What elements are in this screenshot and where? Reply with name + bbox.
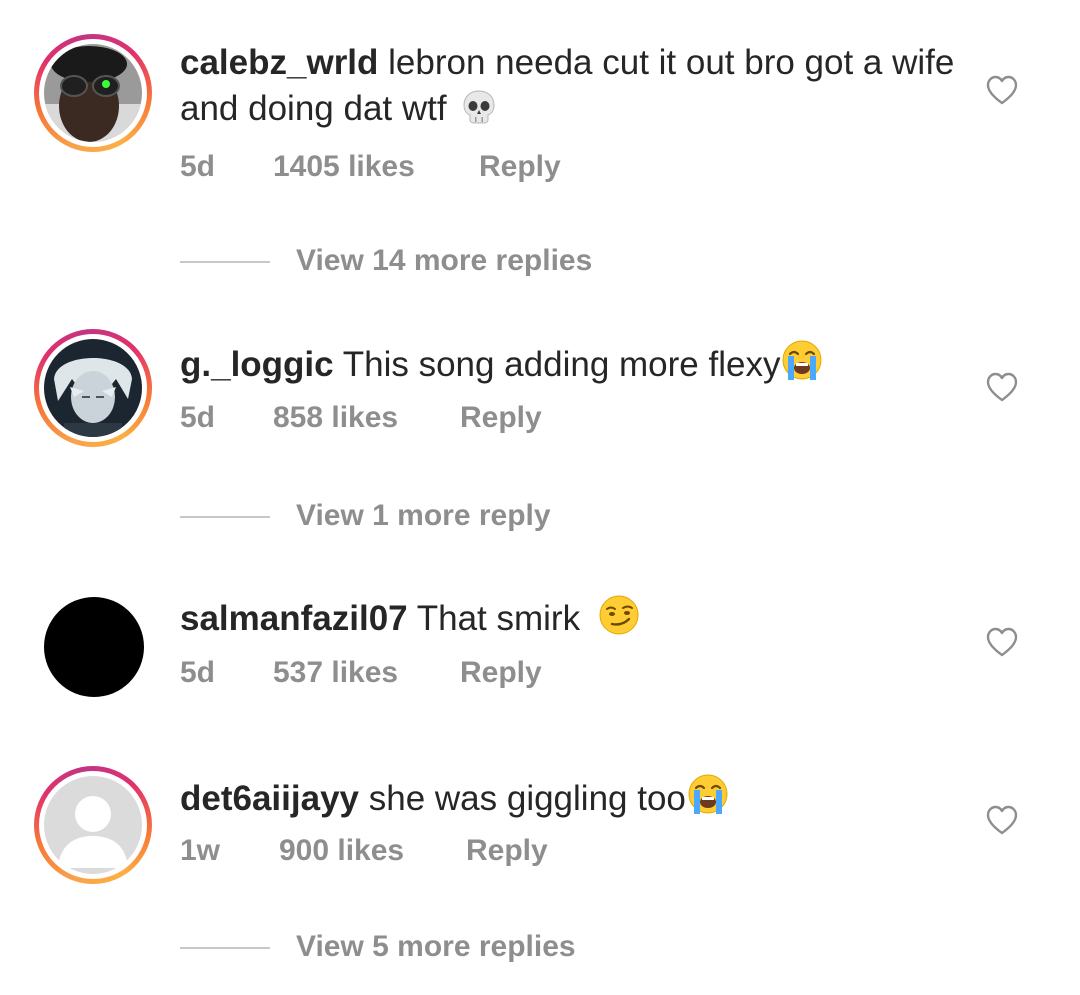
username[interactable]: det6aiijayy xyxy=(180,779,359,818)
comment-body: That smirk xyxy=(416,599,581,638)
like-count[interactable]: 858 likes xyxy=(273,401,460,435)
view-replies-button[interactable]: View 1 more reply xyxy=(180,499,551,533)
view-replies-button[interactable]: View 5 more replies xyxy=(180,930,576,964)
comment-meta: 1w 900 likes Reply xyxy=(180,834,548,868)
username[interactable]: salmanfazil07 xyxy=(180,599,408,638)
reply-button[interactable]: Reply xyxy=(479,150,561,184)
comment-time: 5d xyxy=(180,150,216,183)
divider-line xyxy=(180,516,270,519)
view-replies-label[interactable]: View 14 more replies xyxy=(296,244,592,277)
comment-meta: 5d 1405 likes Reply xyxy=(180,150,561,184)
username[interactable]: calebz_wrld xyxy=(180,43,378,82)
view-replies-label[interactable]: View 5 more replies xyxy=(296,930,576,963)
skull-emoji xyxy=(460,88,498,138)
story-ring-avatar[interactable] xyxy=(34,34,152,152)
heart-outline-icon[interactable] xyxy=(985,74,1019,106)
comment-text: calebz_wrld lebron needa cut it out bro … xyxy=(180,40,960,138)
comment-time: 5d xyxy=(180,656,216,689)
avatar[interactable] xyxy=(44,597,144,697)
like-count[interactable]: 537 likes xyxy=(273,656,460,690)
story-ring-avatar[interactable] xyxy=(34,329,152,447)
smirking-face-emoji xyxy=(598,594,640,648)
reply-button[interactable]: Reply xyxy=(460,656,542,690)
divider-line xyxy=(180,261,270,264)
divider-line xyxy=(180,947,270,950)
view-replies-button[interactable]: View 14 more replies xyxy=(180,244,592,278)
avatar xyxy=(44,339,142,437)
reply-button[interactable]: Reply xyxy=(466,834,548,868)
comment-body: she was giggling too xyxy=(368,779,686,818)
comment-meta: 5d 537 likes Reply xyxy=(180,656,542,690)
comment-time: 1w xyxy=(180,834,221,867)
username[interactable]: g._loggic xyxy=(180,345,334,384)
comment-meta: 5d 858 likes Reply xyxy=(180,401,542,435)
avatar xyxy=(44,776,142,874)
like-count[interactable]: 1405 likes xyxy=(273,150,479,184)
comment-text: salmanfazil07 That smirk xyxy=(180,594,960,648)
avatar xyxy=(44,44,142,142)
view-replies-label[interactable]: View 1 more reply xyxy=(296,499,551,532)
comment-body: This song adding more flexy xyxy=(342,345,781,384)
story-ring-avatar[interactable] xyxy=(34,766,152,884)
heart-outline-icon[interactable] xyxy=(985,626,1019,658)
reply-button[interactable]: Reply xyxy=(460,401,542,435)
comment-time: 5d xyxy=(180,401,216,434)
loudly-crying-face-emoji xyxy=(686,772,730,828)
loudly-crying-face-emoji xyxy=(780,338,824,394)
like-count[interactable]: 900 likes xyxy=(279,834,466,868)
comment-text: g._loggic This song adding more flexy xyxy=(180,338,960,394)
heart-outline-icon[interactable] xyxy=(985,804,1019,836)
heart-outline-icon[interactable] xyxy=(985,371,1019,403)
comment-text: det6aiijayy she was giggling too xyxy=(180,772,960,828)
